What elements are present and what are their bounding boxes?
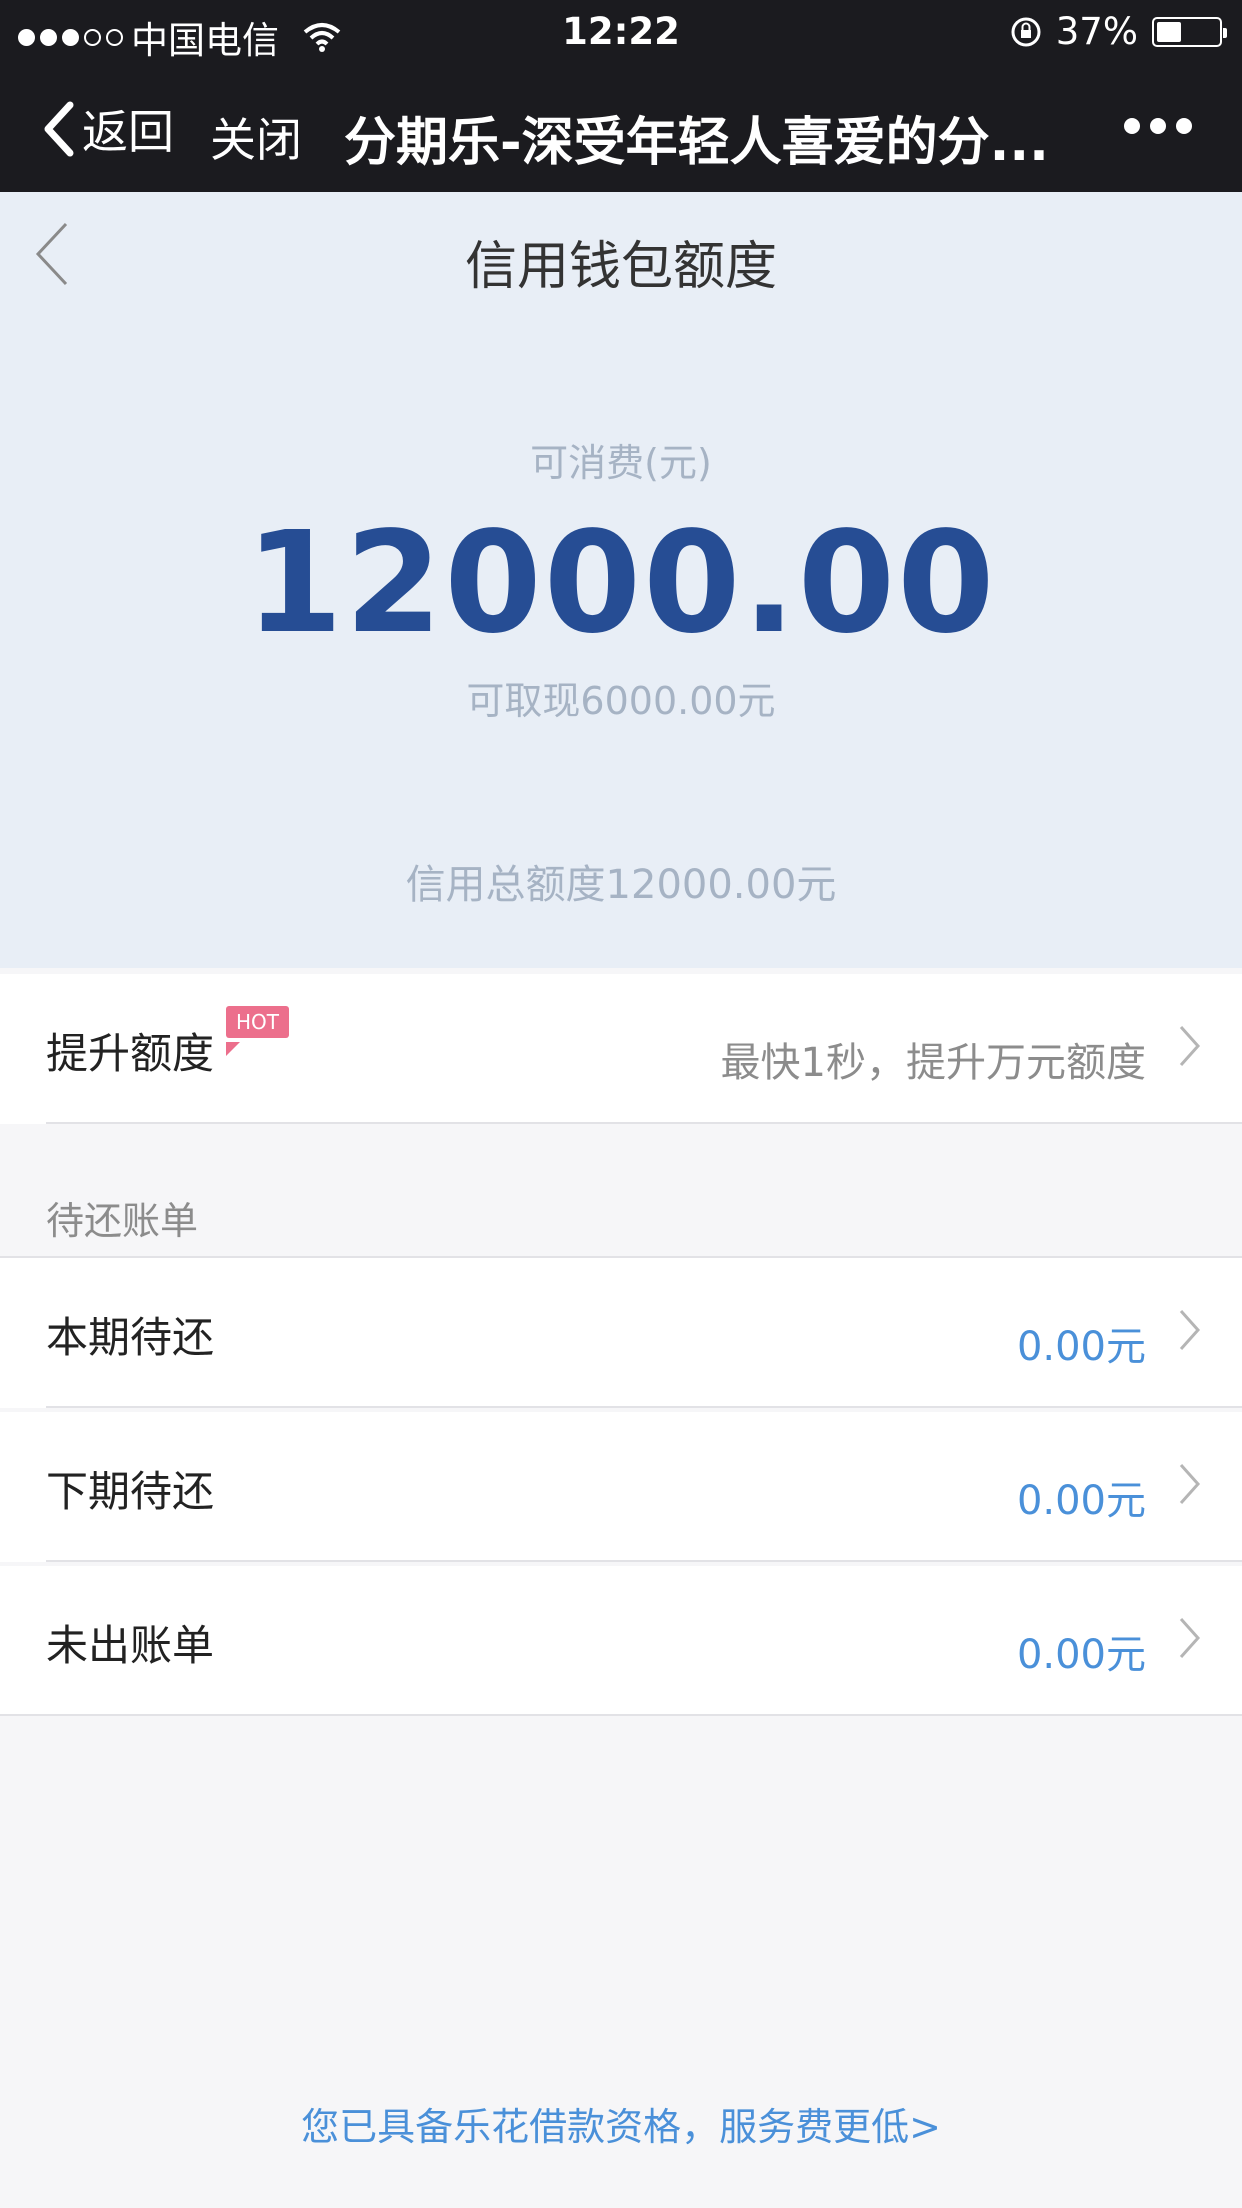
- available-amount: 12000.00: [245, 502, 997, 665]
- boost-label: 提升额度: [46, 1029, 215, 1078]
- rotation-lock-icon: [1011, 17, 1041, 46]
- section-label-bills: 待还账单: [46, 1199, 199, 1243]
- bill-value: 0.00元: [1016, 1324, 1146, 1370]
- boost-desc: 最快1秒，提升万元额度: [720, 1040, 1146, 1086]
- loan-eligibility-link[interactable]: 您已具备乐花借款资格，服务费更低>: [0, 2096, 1242, 2151]
- page: 中国电信 12:22 37% 返回 关闭 分期乐-深受年轻人喜爱的分... 信用…: [0, 0, 1242, 2208]
- back-label: 返回: [82, 105, 174, 159]
- bill-label: 本期待还: [46, 1313, 215, 1362]
- cash-withdraw-text: 可取现6000.00元: [466, 679, 776, 723]
- chevron-right-icon: [1179, 1463, 1201, 1505]
- bill-row-unbilled[interactable]: 未出账单 0.00元: [0, 1566, 1242, 1716]
- chevron-left-icon: [44, 101, 74, 157]
- credit-summary: 信用钱包额度 可消费(元) 12000.00 可取现6000.00元 信用总额度…: [0, 192, 1242, 968]
- nav-bar: 返回 关闭 分期乐-深受年轻人喜爱的分...: [0, 66, 1242, 192]
- bill-row-next[interactable]: 下期待还 0.00元: [0, 1412, 1242, 1562]
- divider: [46, 1560, 1242, 1562]
- bill-value: 0.00元: [1016, 1632, 1146, 1678]
- available-label: 可消费(元): [530, 441, 712, 485]
- bill-value: 0.00元: [1016, 1478, 1146, 1524]
- battery-icon: [1152, 16, 1227, 47]
- boost-credit-row[interactable]: 提升额度 HOT 最快1秒，提升万元额度: [0, 974, 1242, 1124]
- status-bar: 中国电信 12:22 37%: [0, 0, 1242, 66]
- chevron-right-icon: [1179, 1309, 1201, 1351]
- chevron-right-icon: [1179, 1617, 1201, 1659]
- hot-badge-tail: [226, 1042, 240, 1056]
- hot-badge: HOT: [226, 1006, 289, 1038]
- bill-label: 下期待还: [46, 1467, 215, 1516]
- battery-percent: 37%: [1055, 10, 1138, 53]
- more-menu-icon[interactable]: [1124, 118, 1192, 134]
- divider: [0, 1714, 1242, 1716]
- summary-title: 信用钱包额度: [464, 237, 777, 297]
- close-button[interactable]: 关闭: [210, 104, 302, 170]
- page-title: 分期乐-深受年轻人喜爱的分...: [344, 113, 1049, 173]
- bill-label: 未出账单: [46, 1621, 215, 1670]
- back-button[interactable]: 返回: [40, 96, 174, 162]
- total-credit-text: 信用总额度12000.00元: [405, 862, 837, 908]
- status-right: 37%: [1010, 10, 1227, 53]
- bill-row-current[interactable]: 本期待还 0.00元: [0, 1258, 1242, 1408]
- divider: [46, 1122, 1242, 1124]
- chevron-right-icon: [1179, 1025, 1201, 1067]
- divider: [46, 1406, 1242, 1408]
